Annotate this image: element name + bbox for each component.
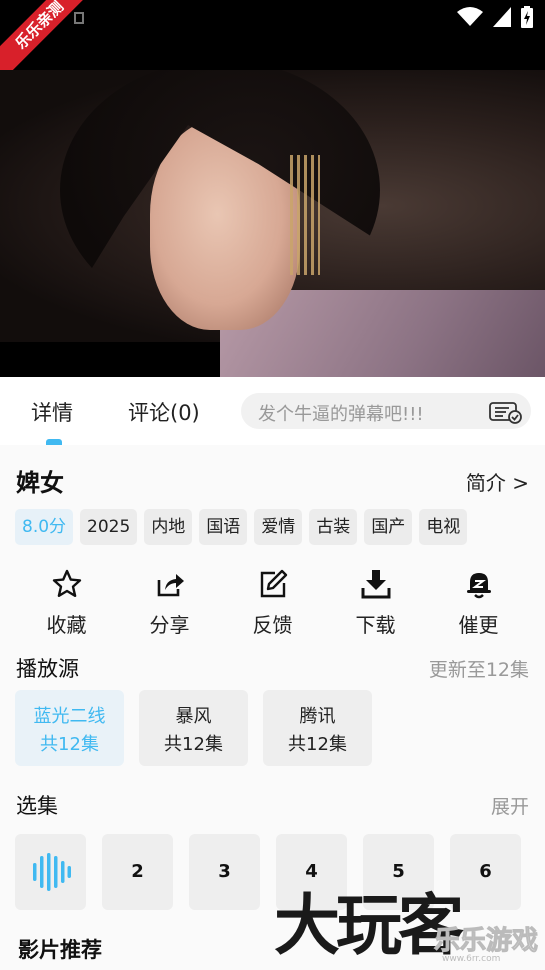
tab-bar: 详情 评论(0) 发个牛逼的弹幕吧!!! [0,377,545,445]
download-icon [361,570,390,599]
download-label: 下载 [355,613,396,637]
tab-detail[interactable]: 详情 [31,397,73,427]
feedback-label: 反馈 [252,613,293,637]
feedback-button[interactable]: 反馈 [221,567,324,638]
watermark-url: www.6rr.com [442,954,501,964]
video-figure-ornament [290,155,320,275]
wifi-icon [457,7,483,26]
share-label: 分享 [149,613,190,637]
episode-current[interactable] [15,834,86,910]
danmaku-placeholder: 发个牛逼的弹幕吧!!! [258,404,424,425]
source-count: 共12集 [40,734,99,755]
battery-icon [521,6,533,28]
favorite-button[interactable]: 收藏 [15,567,118,638]
episode-2[interactable]: 2 [102,834,173,910]
episode-3[interactable]: 3 [189,834,260,910]
source-name: 蓝光二线 [33,706,106,727]
favorite-label: 收藏 [46,613,87,637]
source-option-1[interactable]: 蓝光二线 共12集 [15,690,124,766]
watermark-brand: 乐乐游戏 [433,926,539,957]
tag-genre-romance: 爱情 [254,509,303,545]
share-button[interactable]: 分享 [118,567,221,638]
source-option-3[interactable]: 腾讯 共12集 [263,690,372,766]
remind-button[interactable]: 催更 [427,567,530,638]
episodes-title: 选集 [16,794,58,818]
tag-language: 国语 [199,509,248,545]
recommend-title: 影片推荐 [18,938,102,962]
status-icons [457,6,533,28]
source-count: 共12集 [164,734,223,755]
tab-comments[interactable]: 评论(0) [128,397,200,427]
remind-label: 催更 [458,613,499,637]
update-status: 更新至12集 [428,659,529,681]
tag-list: 8.0分 2025 内地 国语 爱情 古装 国产 电视 [15,509,468,545]
sources-title: 播放源 [16,657,79,681]
watermark: 大玩客 乐乐游戏 www.6rr.com [268,878,545,970]
source-option-2[interactable]: 暴风 共12集 [139,690,248,766]
tag-year: 2025 [80,509,138,545]
source-count: 共12集 [288,734,347,755]
action-row: 收藏 分享 反馈 下载 催更 [15,567,530,637]
bell-icon [466,573,491,599]
download-button[interactable]: 下载 [324,567,427,638]
tag-score: 8.0分 [15,509,74,545]
source-list: 蓝光二线 共12集 暴风 共12集 腾讯 共12集 [15,690,372,766]
playing-bars-icon [32,853,71,891]
watermark-logo-text: 大玩客 [274,886,464,964]
tag-type: 电视 [419,509,468,545]
tab-indicator [46,439,62,445]
signal-icon [493,7,511,27]
tag-genre-costume: 古装 [309,509,358,545]
danmaku-settings-icon[interactable] [489,402,523,424]
status-bar [0,0,545,70]
notification-icon [74,12,84,24]
source-name: 暴风 [175,706,212,727]
video-player[interactable] [0,70,545,377]
danmaku-input[interactable]: 发个牛逼的弹幕吧!!! [241,393,531,429]
edit-icon [260,569,287,598]
intro-link[interactable]: 简介 > [466,467,529,496]
tag-region: 内地 [144,509,193,545]
show-title: 婢女 [16,469,64,497]
source-name: 腾讯 [299,706,336,727]
video-frame [0,70,545,377]
tag-origin: 国产 [364,509,413,545]
share-icon [157,574,184,597]
star-icon [52,569,81,597]
expand-link[interactable]: 展开 [491,792,529,819]
